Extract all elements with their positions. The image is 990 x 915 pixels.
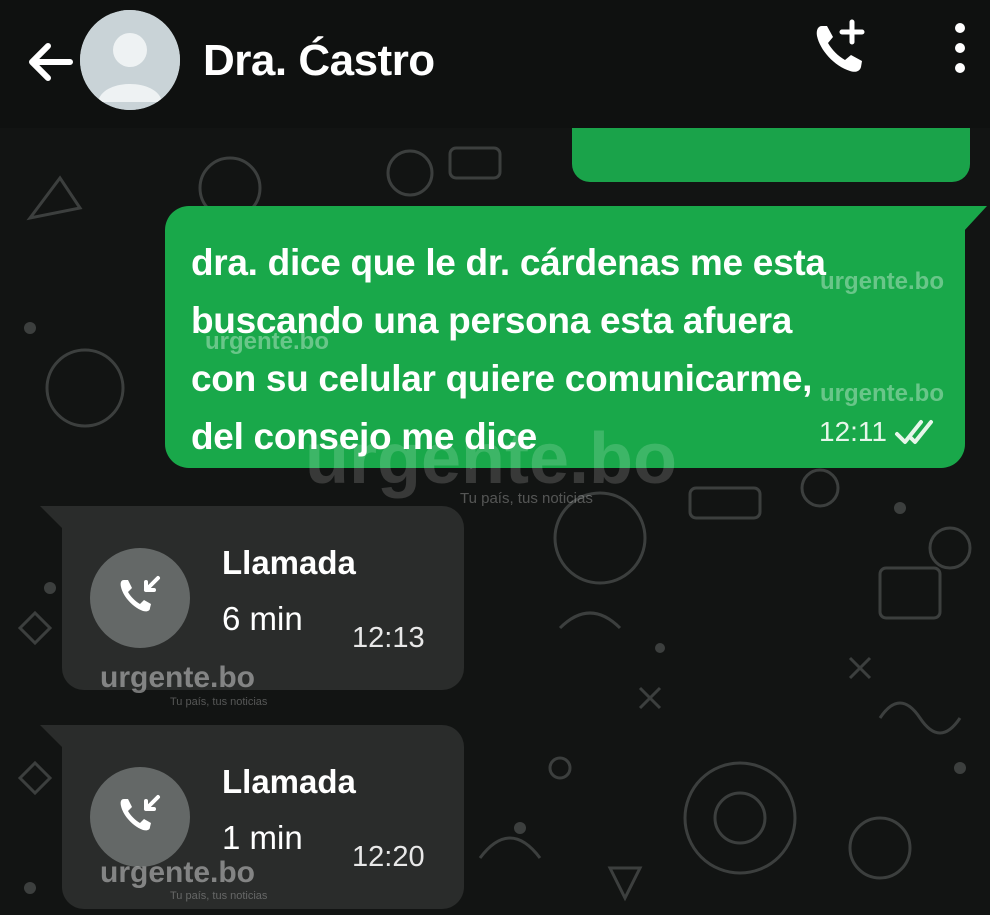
watermark: urgente.bo (820, 380, 944, 407)
call-duration: 6 min (222, 600, 303, 637)
call-duration: 1 min (222, 819, 303, 856)
add-call-icon[interactable] (808, 16, 872, 80)
bubble-tail (963, 206, 987, 232)
message-time: 12:11 (819, 416, 887, 447)
bubble-tail (40, 506, 64, 530)
watermark-tagline: Tu país, tus noticias (170, 696, 268, 708)
watermark: urgente.bo (100, 856, 255, 889)
watermark-tagline: Tu país, tus noticias (170, 890, 268, 902)
call-time: 12:13 (352, 622, 425, 654)
watermark: urgente.bo (820, 268, 944, 295)
call-title: Llamada (222, 544, 356, 581)
incoming-call-icon[interactable] (90, 767, 190, 867)
bubble-tail (40, 725, 64, 749)
call-time: 12:20 (352, 841, 425, 873)
contact-name[interactable]: Dra. Ćastro (203, 36, 435, 86)
chat-header: Dra. Ćastro (0, 0, 990, 128)
call-title: Llamada (222, 763, 356, 800)
watermark-tagline: Tu país, tus noticias (460, 490, 593, 507)
chat-area[interactable]: dra. dice que le dr. cárdenas me esta bu… (0, 128, 990, 915)
more-vertical-icon[interactable] (944, 18, 976, 78)
watermark-large: urgente.bo (305, 419, 677, 499)
double-check-icon (895, 420, 933, 444)
watermark: urgente.bo (100, 661, 255, 694)
back-arrow-icon[interactable] (22, 34, 78, 90)
watermark: urgente.bo (205, 328, 329, 355)
incoming-call-icon[interactable] (90, 548, 190, 648)
previous-message-bubble[interactable] (572, 128, 970, 182)
contact-avatar[interactable] (80, 10, 180, 110)
